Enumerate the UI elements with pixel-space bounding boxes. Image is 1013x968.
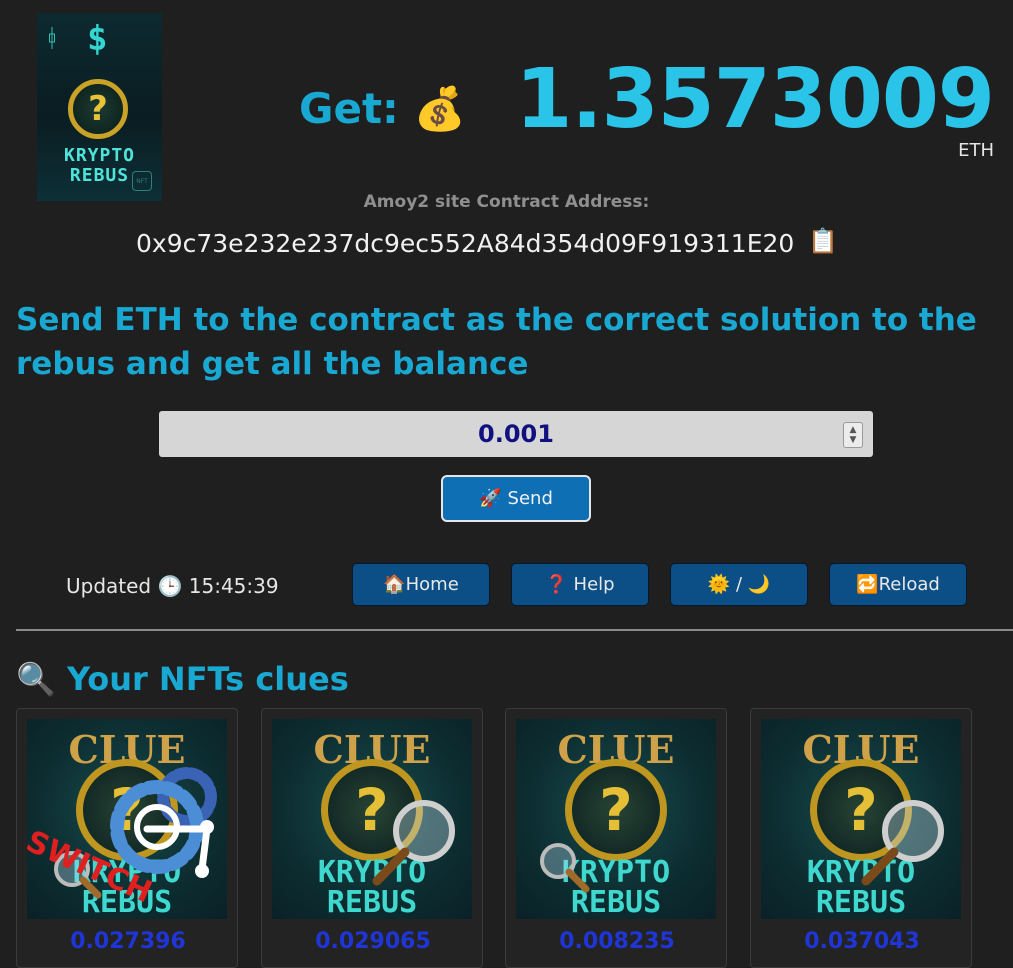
updated-status: Updated 🕒 15:45:39 <box>66 574 279 598</box>
nft-clue-image: CLUE ? KRYPTO REBUS SWITCH <box>27 719 227 919</box>
rocket-icon: 🚀 <box>479 488 502 509</box>
number-stepper-icon[interactable]: ▲ ▼ <box>843 422 863 448</box>
krypto-rebus-logo: $ ? KRYPTO REBUS NFT <box>37 13 162 201</box>
nft-clue-image: CLUE ? KRYPTO REBUS <box>516 719 716 919</box>
nfts-section-title: 🔍 Your NFTs clues <box>16 660 349 698</box>
clock-icon: 🕒 <box>157 574 183 598</box>
nft-clue-card[interactable]: CLUE ? KRYPTO REBUS SWITCH 0.027396 <box>16 708 238 968</box>
magnifying-glass-icon <box>372 800 455 886</box>
magnifying-glass-icon <box>540 843 590 893</box>
logo-word-krypto: KRYPTO <box>63 145 136 166</box>
magnifier-icon: 🔍 <box>16 660 56 698</box>
nft-clue-value: 0.037043 <box>804 929 920 954</box>
money-bag-icon: 💰 <box>413 84 466 133</box>
nft-clue-image: CLUE ? KRYPTO REBUS <box>761 719 961 919</box>
clipboard-copy-icon[interactable]: 📋 <box>808 227 838 255</box>
nft-badge: NFT <box>132 171 152 191</box>
nft-clue-value: 0.008235 <box>559 929 675 954</box>
eth-amount-input[interactable] <box>159 411 873 457</box>
instruction-text: Send ETH to the contract as the correct … <box>16 302 977 382</box>
nft-clue-value: 0.029065 <box>315 929 431 954</box>
contract-balance: 1.3573009 <box>515 52 995 147</box>
updated-time: 15:45:39 <box>188 574 279 598</box>
help-button[interactable]: ❓ Help <box>511 563 649 606</box>
nft-clue-card[interactable]: CLUE ? KRYPTO REBUS 0.037043 <box>750 708 972 968</box>
nft-clue-value: 0.027396 <box>70 929 186 954</box>
candlestick-icon <box>49 27 55 49</box>
home-button[interactable]: 🏠Home <box>352 563 490 606</box>
question-coin-icon: ? <box>68 79 128 139</box>
nft-clue-image: CLUE ? KRYPTO REBUS <box>272 719 472 919</box>
get-label: Get: 💰 <box>299 84 466 133</box>
send-label: Send <box>507 488 553 509</box>
nft-clue-card[interactable]: CLUE ? KRYPTO REBUS 0.008235 <box>505 708 727 968</box>
section-divider <box>16 629 1013 631</box>
contract-address-label: Amoy2 site Contract Address: <box>363 192 650 212</box>
send-button[interactable]: 🚀 Send <box>441 475 591 522</box>
dollar-sign-icon: $ <box>87 19 108 59</box>
theme-toggle-button[interactable]: 🌞 / 🌙 <box>670 563 808 606</box>
magnifying-glass-icon <box>861 800 944 886</box>
contract-address: 0x9c73e232e237dc9ec552A84d354d09F919311E… <box>136 229 795 258</box>
nft-clue-card[interactable]: CLUE ? KRYPTO REBUS 0.029065 <box>261 708 483 968</box>
reload-button[interactable]: 🔁Reload <box>829 563 967 606</box>
balance-unit: ETH <box>958 140 994 161</box>
